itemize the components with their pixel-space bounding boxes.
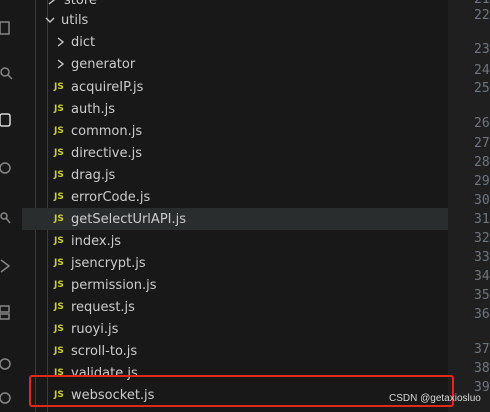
file-label: acquireIP.js: [71, 79, 144, 95]
line-number: 35: [474, 288, 490, 303]
file-label: directive.js: [71, 145, 142, 161]
tree-file-auth[interactable]: JS auth.js: [22, 98, 448, 120]
tree-file-scroll-to[interactable]: JS scroll-to.js: [22, 340, 448, 362]
file-label: index.js: [71, 233, 122, 249]
accounts-icon[interactable]: [0, 390, 14, 406]
file-label: permission.js: [71, 277, 157, 293]
file-label: jsencrypt.js: [71, 255, 146, 271]
source-control-icon[interactable]: [0, 112, 14, 128]
file-label: common.js: [71, 123, 143, 139]
tree-folder-dict[interactable]: dict: [22, 31, 448, 53]
tree-file-errorcode[interactable]: JS errorCode.js: [22, 186, 448, 208]
line-number: 31: [474, 212, 490, 227]
file-label: ruoyi.js: [71, 321, 119, 337]
js-file-icon: JS: [54, 302, 64, 312]
file-label: errorCode.js: [71, 189, 151, 205]
watermark: CSDN @getaxiosluo: [389, 393, 481, 404]
line-number: 32: [474, 231, 490, 246]
js-file-icon: JS: [54, 280, 64, 290]
chevron-down-icon: [45, 17, 55, 23]
line-number: 37: [474, 342, 490, 357]
tree-file-getselecturlapi[interactable]: JS getSelectUrlAPI.js: [22, 208, 448, 230]
extensions-icon[interactable]: [0, 210, 14, 226]
folder-label: utils: [61, 12, 89, 28]
js-file-icon: JS: [54, 148, 64, 158]
file-label: drag.js: [71, 167, 116, 183]
js-file-icon: JS: [54, 126, 64, 136]
tree-file-ruoyi[interactable]: JS ruoyi.js: [22, 318, 448, 340]
js-file-icon: JS: [54, 346, 64, 356]
line-number: 26: [474, 116, 490, 131]
tree-file-drag[interactable]: JS drag.js: [22, 164, 448, 186]
play-icon[interactable]: [0, 258, 14, 274]
line-number: 33: [474, 250, 490, 265]
line-number: 23: [474, 42, 490, 57]
run-debug-icon[interactable]: [0, 160, 14, 176]
activity-bar: [0, 0, 22, 412]
folder-label: store: [64, 0, 97, 8]
tree-file-permission[interactable]: JS permission.js: [22, 274, 448, 296]
file-label: scroll-to.js: [71, 343, 138, 359]
line-number: 25: [474, 81, 490, 96]
line-number: 27: [474, 136, 490, 151]
line-number: 38: [474, 361, 490, 376]
tree-folder-generator[interactable]: generator: [22, 53, 448, 75]
file-label: request.js: [71, 299, 135, 315]
chevron-right-icon: [48, 0, 56, 5]
js-file-icon: JS: [54, 324, 64, 334]
search-icon[interactable]: [0, 66, 14, 82]
explorer-tree: store utils dict generator JS acquireIP.…: [22, 0, 448, 412]
tree-file-common[interactable]: JS common.js: [22, 120, 448, 142]
line-number: 24: [474, 63, 490, 78]
tree-file-acquireip[interactable]: JS acquireIP.js: [22, 76, 448, 98]
file-label: auth.js: [71, 101, 116, 117]
folder-label: generator: [71, 56, 136, 72]
tree-file-jsencrypt[interactable]: JS jsencrypt.js: [22, 252, 448, 274]
file-label: getSelectUrlAPI.js: [71, 211, 187, 227]
tree-file-directive[interactable]: JS directive.js: [22, 142, 448, 164]
tree-file-index[interactable]: JS index.js: [22, 230, 448, 252]
line-number: 22: [474, 8, 490, 23]
chevron-right-icon: [57, 59, 65, 69]
line-number: 34: [474, 269, 490, 284]
js-file-icon: JS: [54, 214, 64, 224]
folder-label: dict: [71, 34, 96, 50]
timeline-icon[interactable]: [0, 356, 14, 372]
files-icon[interactable]: [0, 20, 14, 36]
line-number: 21: [474, 0, 490, 7]
js-file-icon: JS: [54, 258, 64, 268]
tree-file-request[interactable]: JS request.js: [22, 296, 448, 318]
tree-folder-utils[interactable]: utils: [22, 9, 448, 31]
js-file-icon: JS: [54, 236, 64, 246]
line-number: 29: [474, 174, 490, 189]
line-number: 28: [474, 155, 490, 170]
line-number: 30: [474, 193, 490, 208]
js-file-icon: JS: [54, 104, 64, 114]
js-file-icon: JS: [54, 192, 64, 202]
js-file-icon: JS: [54, 170, 64, 180]
remote-explorer-icon[interactable]: [0, 304, 14, 320]
line-number: 36: [474, 307, 490, 322]
chevron-right-icon: [57, 37, 65, 47]
js-file-icon: JS: [54, 82, 64, 92]
